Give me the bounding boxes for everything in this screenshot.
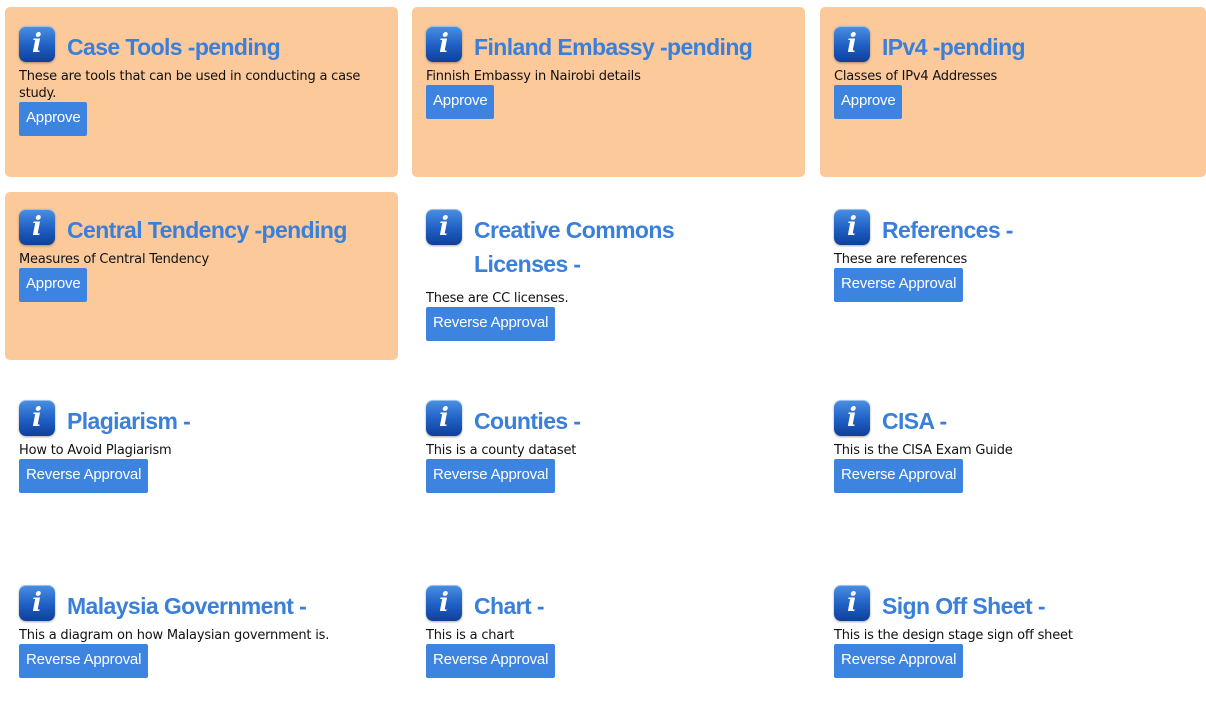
info-icon[interactable]: i <box>426 400 462 436</box>
card-title[interactable]: References - <box>882 209 1013 247</box>
card-title[interactable]: Sign Off Sheet - <box>882 585 1046 623</box>
card-description: Classes of IPv4 Addresses <box>834 69 998 84</box>
item-card: i Central Tendency -pending Measures of … <box>5 192 398 360</box>
info-icon[interactable]: i <box>834 209 870 245</box>
card-header: i References - <box>834 209 1199 247</box>
info-icon[interactable]: i <box>426 585 462 621</box>
item-card: i Plagiarism - How to Avoid Plagiarism R… <box>5 383 398 518</box>
item-card: i References - These are references Reve… <box>820 192 1206 360</box>
card-header: i Chart - <box>426 585 791 623</box>
card-description: How to Avoid Plagiarism <box>19 443 172 458</box>
card-header: i Sign Off Sheet - <box>834 585 1199 623</box>
card-title[interactable]: Case Tools -pending <box>67 26 281 64</box>
card-description: Finnish Embassy in Nairobi details <box>426 69 641 84</box>
card-title[interactable]: Malaysia Government - <box>67 585 307 623</box>
reverse-approval-button[interactable]: Reverse Approval <box>834 644 964 678</box>
card-title[interactable]: Counties - <box>474 400 581 438</box>
reverse-approval-button[interactable]: Reverse Approval <box>426 644 556 678</box>
card-description: This is a chart <box>426 628 515 643</box>
info-icon[interactable]: i <box>834 585 870 621</box>
card-description: This a diagram on how Malaysian governme… <box>19 628 330 643</box>
item-card: i Counties - This is a county dataset Re… <box>412 383 805 518</box>
card-header: i Plagiarism - <box>19 400 384 438</box>
card-title[interactable]: CISA - <box>882 400 947 438</box>
card-description: This is the design stage sign off sheet <box>834 628 1073 643</box>
card-description: These are tools that can be used in cond… <box>19 69 361 101</box>
reverse-approval-button[interactable]: Reverse Approval <box>19 459 149 493</box>
card-header: i IPv4 -pending <box>834 26 1192 64</box>
item-card: i Creative Commons Licenses - These are … <box>412 192 805 367</box>
info-icon[interactable]: i <box>834 26 870 62</box>
card-title[interactable]: Plagiarism - <box>67 400 191 438</box>
approve-button[interactable]: Approve <box>834 85 903 119</box>
info-icon[interactable]: i <box>19 400 55 436</box>
info-icon[interactable]: i <box>834 400 870 436</box>
card-header: i Central Tendency -pending <box>19 209 384 247</box>
card-header: i Case Tools -pending <box>19 26 384 64</box>
reverse-approval-button[interactable]: Reverse Approval <box>834 459 964 493</box>
item-card: i Sign Off Sheet - This is the design st… <box>820 568 1206 703</box>
approve-button[interactable]: Approve <box>19 102 88 136</box>
card-header: i CISA - <box>834 400 1199 438</box>
reverse-approval-button[interactable]: Reverse Approval <box>19 644 149 678</box>
info-icon[interactable]: i <box>426 26 462 62</box>
reverse-approval-button[interactable]: Reverse Approval <box>834 268 964 302</box>
card-title[interactable]: IPv4 -pending <box>882 26 1026 64</box>
item-grid: i Case Tools -pending These are tools th… <box>0 0 1206 712</box>
info-icon[interactable]: i <box>19 209 55 245</box>
item-card: i Finland Embassy -pending Finnish Embas… <box>412 7 805 177</box>
info-icon[interactable]: i <box>426 209 462 245</box>
approve-button[interactable]: Approve <box>19 268 88 302</box>
card-description: Measures of Central Tendency <box>19 252 209 267</box>
card-description: This is a county dataset <box>426 443 577 458</box>
card-header: i Finland Embassy -pending <box>426 26 791 64</box>
card-description: This is the CISA Exam Guide <box>834 443 1013 458</box>
item-card: i Chart - This is a chart Reverse Approv… <box>412 568 805 703</box>
card-title[interactable]: Creative Commons Licenses - <box>474 209 704 281</box>
info-icon[interactable]: i <box>19 585 55 621</box>
item-card: i CISA - This is the CISA Exam Guide Rev… <box>820 383 1206 518</box>
reverse-approval-button[interactable]: Reverse Approval <box>426 459 556 493</box>
card-header: i Creative Commons Licenses - <box>426 209 791 281</box>
card-header: i Counties - <box>426 400 791 438</box>
reverse-approval-button[interactable]: Reverse Approval <box>426 307 556 341</box>
card-header: i Malaysia Government - <box>19 585 384 623</box>
item-card: i IPv4 -pending Classes of IPv4 Addresse… <box>820 7 1206 177</box>
card-description: These are references <box>834 252 968 267</box>
card-title[interactable]: Central Tendency -pending <box>67 209 347 247</box>
approve-button[interactable]: Approve <box>426 85 495 119</box>
card-title[interactable]: Finland Embassy -pending <box>474 26 753 64</box>
card-description: These are CC licenses. <box>426 291 569 306</box>
card-title[interactable]: Chart - <box>474 585 545 623</box>
item-card: i Case Tools -pending These are tools th… <box>5 7 398 177</box>
info-icon[interactable]: i <box>19 26 55 62</box>
item-card: i Malaysia Government - This a diagram o… <box>5 568 398 712</box>
